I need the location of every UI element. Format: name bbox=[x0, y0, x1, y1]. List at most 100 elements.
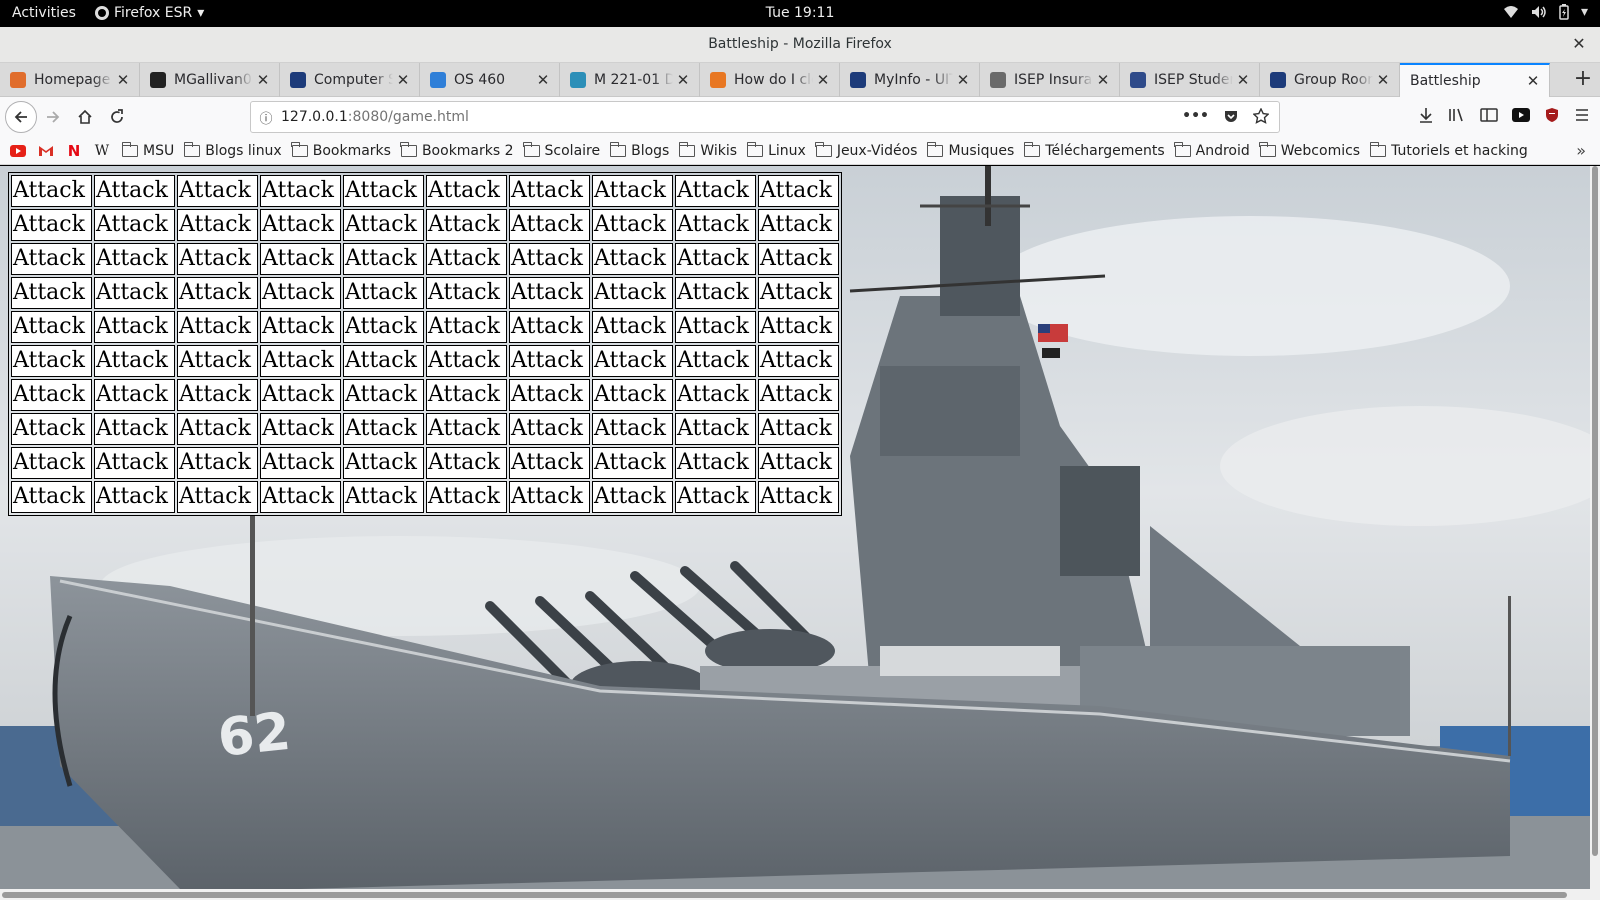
attack-cell[interactable]: Attack bbox=[177, 243, 258, 275]
attack-cell[interactable]: Attack bbox=[509, 209, 590, 241]
tab-close-icon[interactable]: ✕ bbox=[393, 71, 413, 89]
attack-cell[interactable]: Attack bbox=[758, 311, 839, 343]
attack-cell[interactable]: Attack bbox=[94, 481, 175, 513]
url-text[interactable]: 127.0.0.1:8080/game.html bbox=[281, 109, 469, 125]
attack-cell[interactable]: Attack bbox=[426, 277, 507, 309]
reload-button[interactable] bbox=[102, 102, 132, 132]
attack-cell[interactable]: Attack bbox=[177, 175, 258, 207]
attack-cell[interactable]: Attack bbox=[758, 447, 839, 479]
window-close-icon[interactable]: ✕ bbox=[1570, 35, 1588, 53]
back-button[interactable] bbox=[5, 101, 37, 133]
attack-cell[interactable]: Attack bbox=[592, 277, 673, 309]
attack-cell[interactable]: Attack bbox=[94, 447, 175, 479]
bookmark-folder[interactable]: MSU bbox=[121, 141, 174, 159]
attack-cell[interactable]: Attack bbox=[675, 209, 756, 241]
attack-cell[interactable]: Attack bbox=[675, 175, 756, 207]
horizontal-scrollbar-thumb[interactable] bbox=[2, 892, 1567, 898]
attack-cell[interactable]: Attack bbox=[675, 345, 756, 377]
attack-cell[interactable]: Attack bbox=[426, 481, 507, 513]
attack-cell[interactable]: Attack bbox=[343, 447, 424, 479]
attack-cell[interactable]: Attack bbox=[343, 175, 424, 207]
attack-cell[interactable]: Attack bbox=[343, 243, 424, 275]
tab-3[interactable]: OS 460 ✕ bbox=[420, 63, 560, 97]
attack-cell[interactable]: Attack bbox=[11, 379, 92, 411]
bookmark-folder[interactable]: Scolaire bbox=[523, 141, 600, 159]
attack-cell[interactable]: Attack bbox=[11, 243, 92, 275]
activities-button[interactable]: Activities bbox=[12, 5, 76, 21]
attack-cell[interactable]: Attack bbox=[343, 481, 424, 513]
attack-cell[interactable]: Attack bbox=[509, 311, 590, 343]
attack-cell[interactable]: Attack bbox=[177, 209, 258, 241]
bookmark-folder[interactable]: Blogs bbox=[609, 141, 669, 159]
attack-cell[interactable]: Attack bbox=[94, 345, 175, 377]
attack-cell[interactable]: Attack bbox=[260, 243, 341, 275]
tab-close-icon[interactable]: ✕ bbox=[1233, 71, 1253, 89]
attack-cell[interactable]: Attack bbox=[509, 345, 590, 377]
tab-close-icon[interactable]: ✕ bbox=[1093, 71, 1113, 89]
attack-cell[interactable]: Attack bbox=[675, 481, 756, 513]
bookmark-folder[interactable]: Bookmarks 2 bbox=[400, 141, 514, 159]
attack-cell[interactable]: Attack bbox=[509, 277, 590, 309]
attack-cell[interactable]: Attack bbox=[11, 447, 92, 479]
attack-cell[interactable]: Attack bbox=[509, 413, 590, 445]
wikipedia-bookmark-icon[interactable]: W bbox=[94, 143, 110, 159]
tab-close-icon[interactable]: ✕ bbox=[1523, 72, 1543, 90]
youtube-bookmark-icon[interactable] bbox=[10, 143, 26, 159]
vertical-scrollbar[interactable] bbox=[1590, 166, 1600, 889]
site-info-icon[interactable]: ⓘ bbox=[251, 108, 281, 127]
attack-cell[interactable]: Attack bbox=[758, 209, 839, 241]
ublock-shield-icon[interactable] bbox=[1544, 107, 1560, 123]
attack-cell[interactable]: Attack bbox=[11, 345, 92, 377]
attack-cell[interactable]: Attack bbox=[675, 277, 756, 309]
attack-cell[interactable]: Attack bbox=[260, 481, 341, 513]
attack-cell[interactable]: Attack bbox=[11, 209, 92, 241]
attack-cell[interactable]: Attack bbox=[94, 311, 175, 343]
home-button[interactable] bbox=[70, 102, 100, 132]
attack-cell[interactable]: Attack bbox=[426, 311, 507, 343]
tab-0[interactable]: Homepage - ✕ bbox=[0, 63, 140, 97]
attack-cell[interactable]: Attack bbox=[758, 277, 839, 309]
attack-cell[interactable]: Attack bbox=[675, 447, 756, 479]
netflix-bookmark-icon[interactable]: N bbox=[66, 142, 82, 160]
horizontal-scrollbar[interactable] bbox=[0, 889, 1600, 900]
attack-cell[interactable]: Attack bbox=[343, 379, 424, 411]
attack-cell[interactable]: Attack bbox=[177, 447, 258, 479]
attack-cell[interactable]: Attack bbox=[509, 447, 590, 479]
attack-cell[interactable]: Attack bbox=[758, 175, 839, 207]
attack-cell[interactable]: Attack bbox=[509, 379, 590, 411]
attack-cell[interactable]: Attack bbox=[94, 243, 175, 275]
attack-cell[interactable]: Attack bbox=[426, 209, 507, 241]
bookmark-folder[interactable]: Linux bbox=[746, 141, 806, 159]
forward-button[interactable] bbox=[38, 102, 68, 132]
attack-cell[interactable]: Attack bbox=[177, 379, 258, 411]
attack-cell[interactable]: Attack bbox=[177, 413, 258, 445]
attack-cell[interactable]: Attack bbox=[11, 481, 92, 513]
attack-cell[interactable]: Attack bbox=[758, 481, 839, 513]
attack-cell[interactable]: Attack bbox=[343, 345, 424, 377]
tab-close-icon[interactable]: ✕ bbox=[1373, 71, 1393, 89]
attack-cell[interactable]: Attack bbox=[260, 345, 341, 377]
attack-cell[interactable]: Attack bbox=[675, 243, 756, 275]
attack-cell[interactable]: Attack bbox=[260, 175, 341, 207]
attack-cell[interactable]: Attack bbox=[177, 481, 258, 513]
attack-cell[interactable]: Attack bbox=[260, 277, 341, 309]
attack-cell[interactable]: Attack bbox=[426, 175, 507, 207]
tab-9[interactable]: Group Room ✕ bbox=[1260, 63, 1400, 97]
attack-cell[interactable]: Attack bbox=[426, 413, 507, 445]
bookmark-folder[interactable]: Tutoriels et hacking bbox=[1369, 141, 1528, 159]
attack-cell[interactable]: Attack bbox=[592, 379, 673, 411]
attack-cell[interactable]: Attack bbox=[509, 243, 590, 275]
bookmark-folder[interactable]: Webcomics bbox=[1259, 141, 1360, 159]
attack-cell[interactable]: Attack bbox=[592, 311, 673, 343]
clock[interactable]: Tue 19:11 bbox=[0, 5, 1600, 21]
youtube-extension-icon[interactable] bbox=[1512, 107, 1530, 123]
bookmarks-overflow-icon[interactable]: » bbox=[1576, 141, 1586, 160]
tab-close-icon[interactable]: ✕ bbox=[953, 71, 973, 89]
tab-5[interactable]: How do I clo ✕ bbox=[700, 63, 840, 97]
tab-1[interactable]: MGallivan0 ✕ bbox=[140, 63, 280, 97]
tab-2[interactable]: Computer S ✕ bbox=[280, 63, 420, 97]
attack-cell[interactable]: Attack bbox=[592, 345, 673, 377]
tab-close-icon[interactable]: ✕ bbox=[673, 71, 693, 89]
app-menu[interactable]: Firefox ESR ▾ bbox=[95, 5, 204, 21]
attack-cell[interactable]: Attack bbox=[177, 277, 258, 309]
